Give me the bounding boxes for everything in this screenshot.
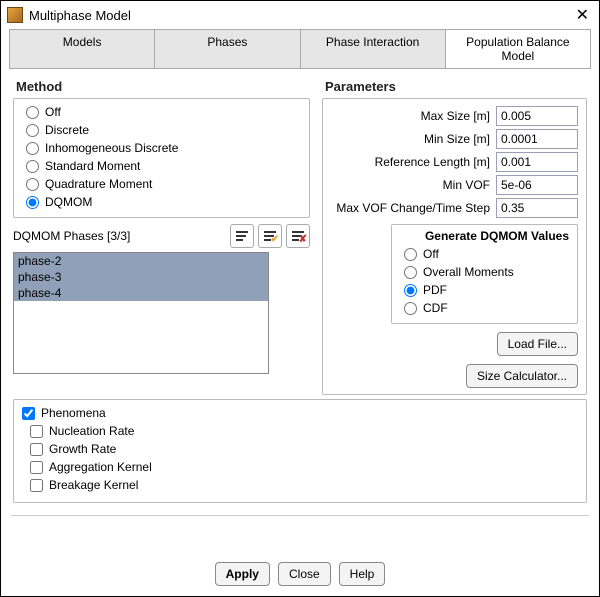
list-sort-icon[interactable] [230,224,254,248]
help-button[interactable]: Help [339,562,386,586]
list-deselect-all-icon[interactable]: ✘ [286,224,310,248]
max-size-input[interactable] [496,106,578,126]
max-vof-change-input[interactable] [496,198,578,218]
reference-length-label: Reference Length [m] [331,155,496,169]
method-title: Method [13,79,310,94]
max-size-label: Max Size [m] [331,109,496,123]
tab-population-balance-model[interactable]: Population Balance Model [446,30,590,68]
separator [11,515,589,516]
min-vof-input[interactable] [496,175,578,195]
generate-dqmom-group: Generate DQMOM Values Off Overall Moment… [391,224,578,324]
list-item[interactable]: phase-3 [14,269,268,285]
min-vof-label: Min VOF [331,178,496,192]
tab-phases[interactable]: Phases [155,30,300,68]
size-calculator-button[interactable]: Size Calculator... [466,364,578,388]
phenomena-group: Phenomena Nucleation Rate Growth Rate Ag… [13,399,587,503]
min-size-input[interactable] [496,129,578,149]
generate-off[interactable]: Off [400,245,569,263]
breakage-kernel-check[interactable]: Breakage Kernel [22,476,578,494]
method-group: Off Discrete Inhomogeneous Discrete Stan… [13,98,310,218]
close-button[interactable]: Close [278,562,331,586]
load-file-button[interactable]: Load File... [497,332,578,356]
max-vof-change-label: Max VOF Change/Time Step [331,201,496,215]
tab-bar: Models Phases Phase Interaction Populati… [9,29,591,69]
list-item[interactable]: phase-4 [14,285,268,301]
generate-cdf[interactable]: CDF [400,299,569,317]
generate-overall-moments[interactable]: Overall Moments [400,263,569,281]
list-select-all-icon[interactable]: ✔ [258,224,282,248]
reference-length-input[interactable] [496,152,578,172]
parameters-title: Parameters [322,79,587,94]
title-bar: Multiphase Model ✕ [1,1,599,29]
nucleation-rate-check[interactable]: Nucleation Rate [22,422,578,440]
method-inhomogeneous-discrete[interactable]: Inhomogeneous Discrete [22,139,301,157]
tab-models[interactable]: Models [10,30,155,68]
app-icon [7,7,23,23]
parameters-group: Max Size [m] Min Size [m] Reference Leng… [322,98,587,395]
dqmom-phases-list[interactable]: phase-2 phase-3 phase-4 [13,252,269,374]
method-quadrature-moment[interactable]: Quadrature Moment [22,175,301,193]
tab-phase-interaction[interactable]: Phase Interaction [301,30,446,68]
method-off[interactable]: Off [22,103,301,121]
method-discrete[interactable]: Discrete [22,121,301,139]
window-title: Multiphase Model [29,8,131,23]
apply-button[interactable]: Apply [215,562,270,586]
list-item[interactable]: phase-2 [14,253,268,269]
growth-rate-check[interactable]: Growth Rate [22,440,578,458]
min-size-label: Min Size [m] [331,132,496,146]
aggregation-kernel-check[interactable]: Aggregation Kernel [22,458,578,476]
method-dqmom[interactable]: DQMOM [22,193,301,211]
generate-pdf[interactable]: PDF [400,281,569,299]
generate-title: Generate DQMOM Values [400,229,569,243]
dqmom-phases-label: DQMOM Phases [3/3] [13,229,130,243]
phenomena-toggle[interactable]: Phenomena [22,404,578,422]
close-icon[interactable]: ✕ [572,5,593,25]
method-standard-moment[interactable]: Standard Moment [22,157,301,175]
dialog-buttons: Apply Close Help [1,562,599,586]
